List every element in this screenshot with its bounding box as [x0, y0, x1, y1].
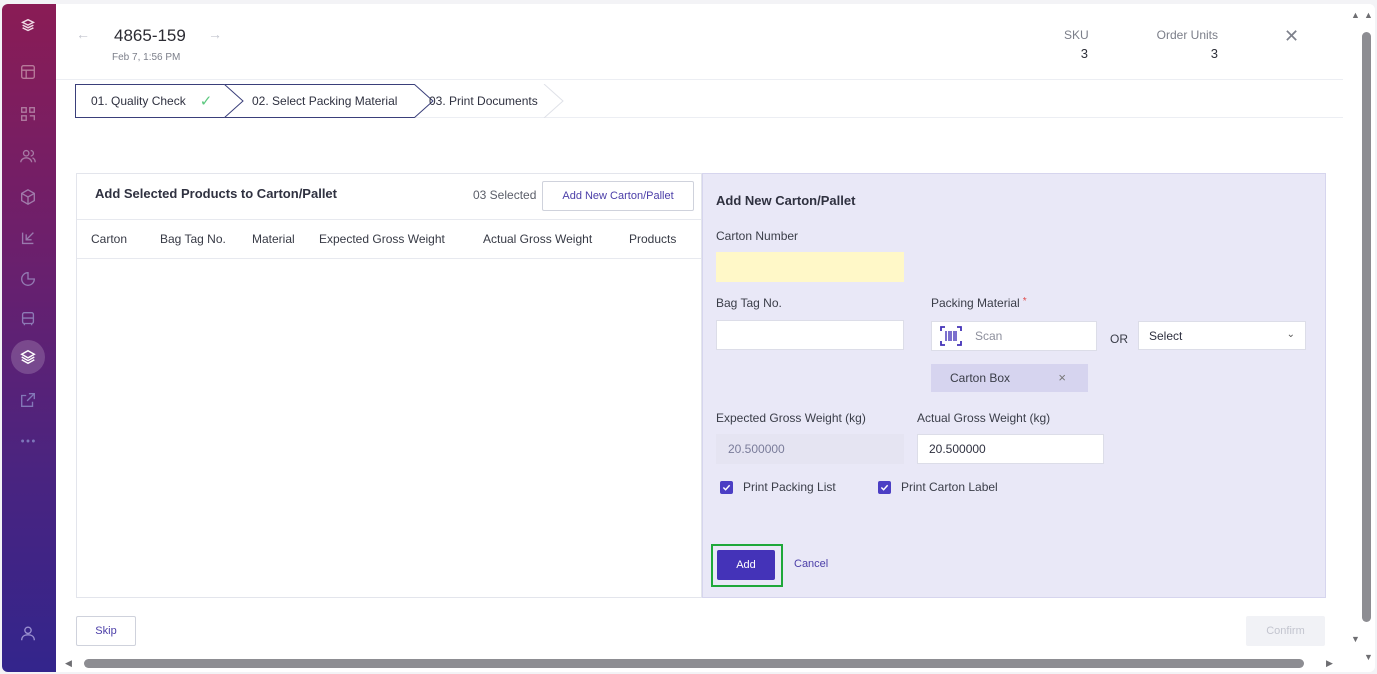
layout-icon[interactable]: [17, 61, 39, 83]
bus-icon[interactable]: [17, 308, 39, 330]
prev-arrow-icon[interactable]: ←: [76, 26, 90, 42]
checkbox-checked-icon[interactable]: [720, 480, 733, 494]
form-title: Add New Carton/Pallet: [716, 193, 856, 208]
more-icon[interactable]: [17, 430, 39, 452]
layers-icon[interactable]: [17, 346, 39, 368]
carton-number-label: Carton Number: [716, 229, 799, 243]
select-value: Select: [1149, 328, 1183, 343]
order-date: Feb 7, 1:56 PM: [112, 52, 181, 63]
box-icon[interactable]: [17, 186, 39, 208]
column-header-bag-tag[interactable]: Bag Tag No.: [160, 232, 226, 246]
scroll-up-icon[interactable]: ▲: [1351, 10, 1360, 20]
sku-label: SKU: [1064, 28, 1089, 42]
checkmark-icon: ✓: [199, 93, 213, 110]
column-header-products[interactable]: Products: [629, 232, 676, 246]
external-link-icon[interactable]: [17, 389, 39, 411]
checkbox-label: Print Packing List: [743, 480, 836, 494]
order-id: 4865-159: [114, 26, 186, 45]
cube-stack-icon[interactable]: [17, 15, 39, 37]
selected-material-chip: Carton Box ×: [931, 364, 1088, 392]
add-new-carton-button[interactable]: Add New Carton/Pallet: [542, 181, 694, 211]
step-chevron-icon: [223, 84, 244, 118]
scroll-down-icon[interactable]: ▼: [1364, 652, 1373, 662]
app-sidebar: [2, 4, 56, 672]
scroll-right-icon[interactable]: ▶: [1326, 658, 1333, 669]
scroll-down-icon[interactable]: ▼: [1351, 634, 1360, 644]
stepper: 01. Quality Check ✓ 02. Select Packing M…: [75, 80, 1343, 118]
next-arrow-icon[interactable]: →: [208, 26, 222, 42]
user-icon[interactable]: [17, 622, 39, 644]
pie-chart-icon[interactable]: [17, 268, 39, 290]
packing-material-label: Packing Material *: [931, 296, 1027, 310]
table-header: Carton Bag Tag No. Material Expected Gro…: [77, 219, 701, 259]
scroll-left-icon[interactable]: ◀: [65, 658, 72, 669]
horizontal-scroll-thumb[interactable]: [84, 659, 1304, 668]
packing-material-scan-input[interactable]: Scan: [931, 321, 1097, 351]
confirm-button[interactable]: Confirm: [1246, 616, 1325, 646]
packing-modal: ← 4865-159 Feb 7, 1:56 PM → SKU 3 Order …: [56, 4, 1357, 672]
expected-weight-label: Expected Gross Weight (kg): [716, 411, 866, 425]
print-carton-label-checkbox[interactable]: Print Carton Label: [878, 480, 998, 494]
modal-header: ← 4865-159 Feb 7, 1:56 PM → SKU 3 Order …: [56, 4, 1343, 80]
packing-material-select[interactable]: Select ⌄: [1138, 321, 1306, 350]
step-label: 01. Quality Check: [91, 94, 186, 108]
step-chevron-icon: [543, 84, 564, 118]
step-label: 02. Select Packing Material: [252, 94, 398, 108]
chevron-down-icon: ⌄: [1286, 329, 1295, 340]
order-units-label: Order Units: [1156, 28, 1218, 42]
bag-tag-field[interactable]: [716, 320, 904, 350]
print-packing-list-checkbox[interactable]: Print Packing List: [720, 480, 836, 494]
users-icon[interactable]: [17, 145, 39, 167]
add-button[interactable]: Add: [717, 550, 775, 580]
required-asterisk: *: [1022, 296, 1027, 307]
sku-value: 3: [1080, 46, 1088, 61]
remove-chip-icon[interactable]: ×: [1058, 370, 1066, 385]
checkbox-label: Print Carton Label: [901, 480, 998, 494]
step-quality-check[interactable]: 01. Quality Check ✓: [75, 84, 225, 118]
cancel-link[interactable]: Cancel: [794, 558, 828, 570]
horizontal-scrollbar[interactable]: ◀ ▶: [56, 656, 1357, 672]
selected-count: 03 Selected: [473, 188, 537, 202]
panel-title: Add Selected Products to Carton/Pallet: [95, 186, 337, 201]
import-icon[interactable]: [17, 227, 39, 249]
qr-grid-icon[interactable]: [17, 103, 39, 125]
checkbox-checked-icon[interactable]: [878, 480, 891, 494]
order-units-value: 3: [1210, 46, 1218, 61]
skip-button[interactable]: Skip: [76, 616, 136, 646]
carton-number-field[interactable]: [716, 252, 904, 282]
bag-tag-label: Bag Tag No.: [716, 296, 782, 310]
expected-weight-field: 20.500000: [716, 434, 904, 464]
scroll-up-icon[interactable]: ▲: [1364, 10, 1373, 20]
column-header-expected-weight[interactable]: Expected Gross Weight: [319, 232, 445, 246]
barcode-scan-icon[interactable]: [939, 325, 963, 347]
chip-label: Carton Box: [950, 371, 1011, 385]
step-print-documents[interactable]: 03. Print Documents: [427, 84, 538, 118]
close-icon[interactable]: ✕: [1284, 26, 1299, 47]
packing-material-label-text: Packing Material: [931, 296, 1020, 310]
step-select-packing-material[interactable]: 02. Select Packing Material: [245, 84, 397, 118]
carton-list-panel: Add Selected Products to Carton/Pallet 0…: [76, 173, 702, 598]
sku-stat: SKU 3: [1064, 28, 1089, 61]
vertical-scrollbar[interactable]: ▲ ▲ ▼ ▼: [1351, 4, 1375, 672]
or-separator: OR: [1110, 332, 1128, 346]
column-header-carton[interactable]: Carton: [91, 232, 127, 246]
step-label: 03. Print Documents: [429, 94, 538, 108]
add-carton-form: Add New Carton/Pallet Carton Number Bag …: [702, 173, 1326, 598]
app-frame: ← 4865-159 Feb 7, 1:56 PM → SKU 3 Order …: [2, 4, 1375, 672]
column-header-material[interactable]: Material: [252, 232, 295, 246]
actual-weight-field[interactable]: 20.500000: [917, 434, 1104, 464]
actual-weight-label: Actual Gross Weight (kg): [917, 411, 1051, 425]
vertical-scroll-thumb[interactable]: [1362, 32, 1371, 622]
scan-placeholder: Scan: [975, 329, 1003, 343]
column-header-actual-weight[interactable]: Actual Gross Weight: [483, 232, 592, 246]
order-units-stat: Order Units 3: [1148, 28, 1218, 61]
